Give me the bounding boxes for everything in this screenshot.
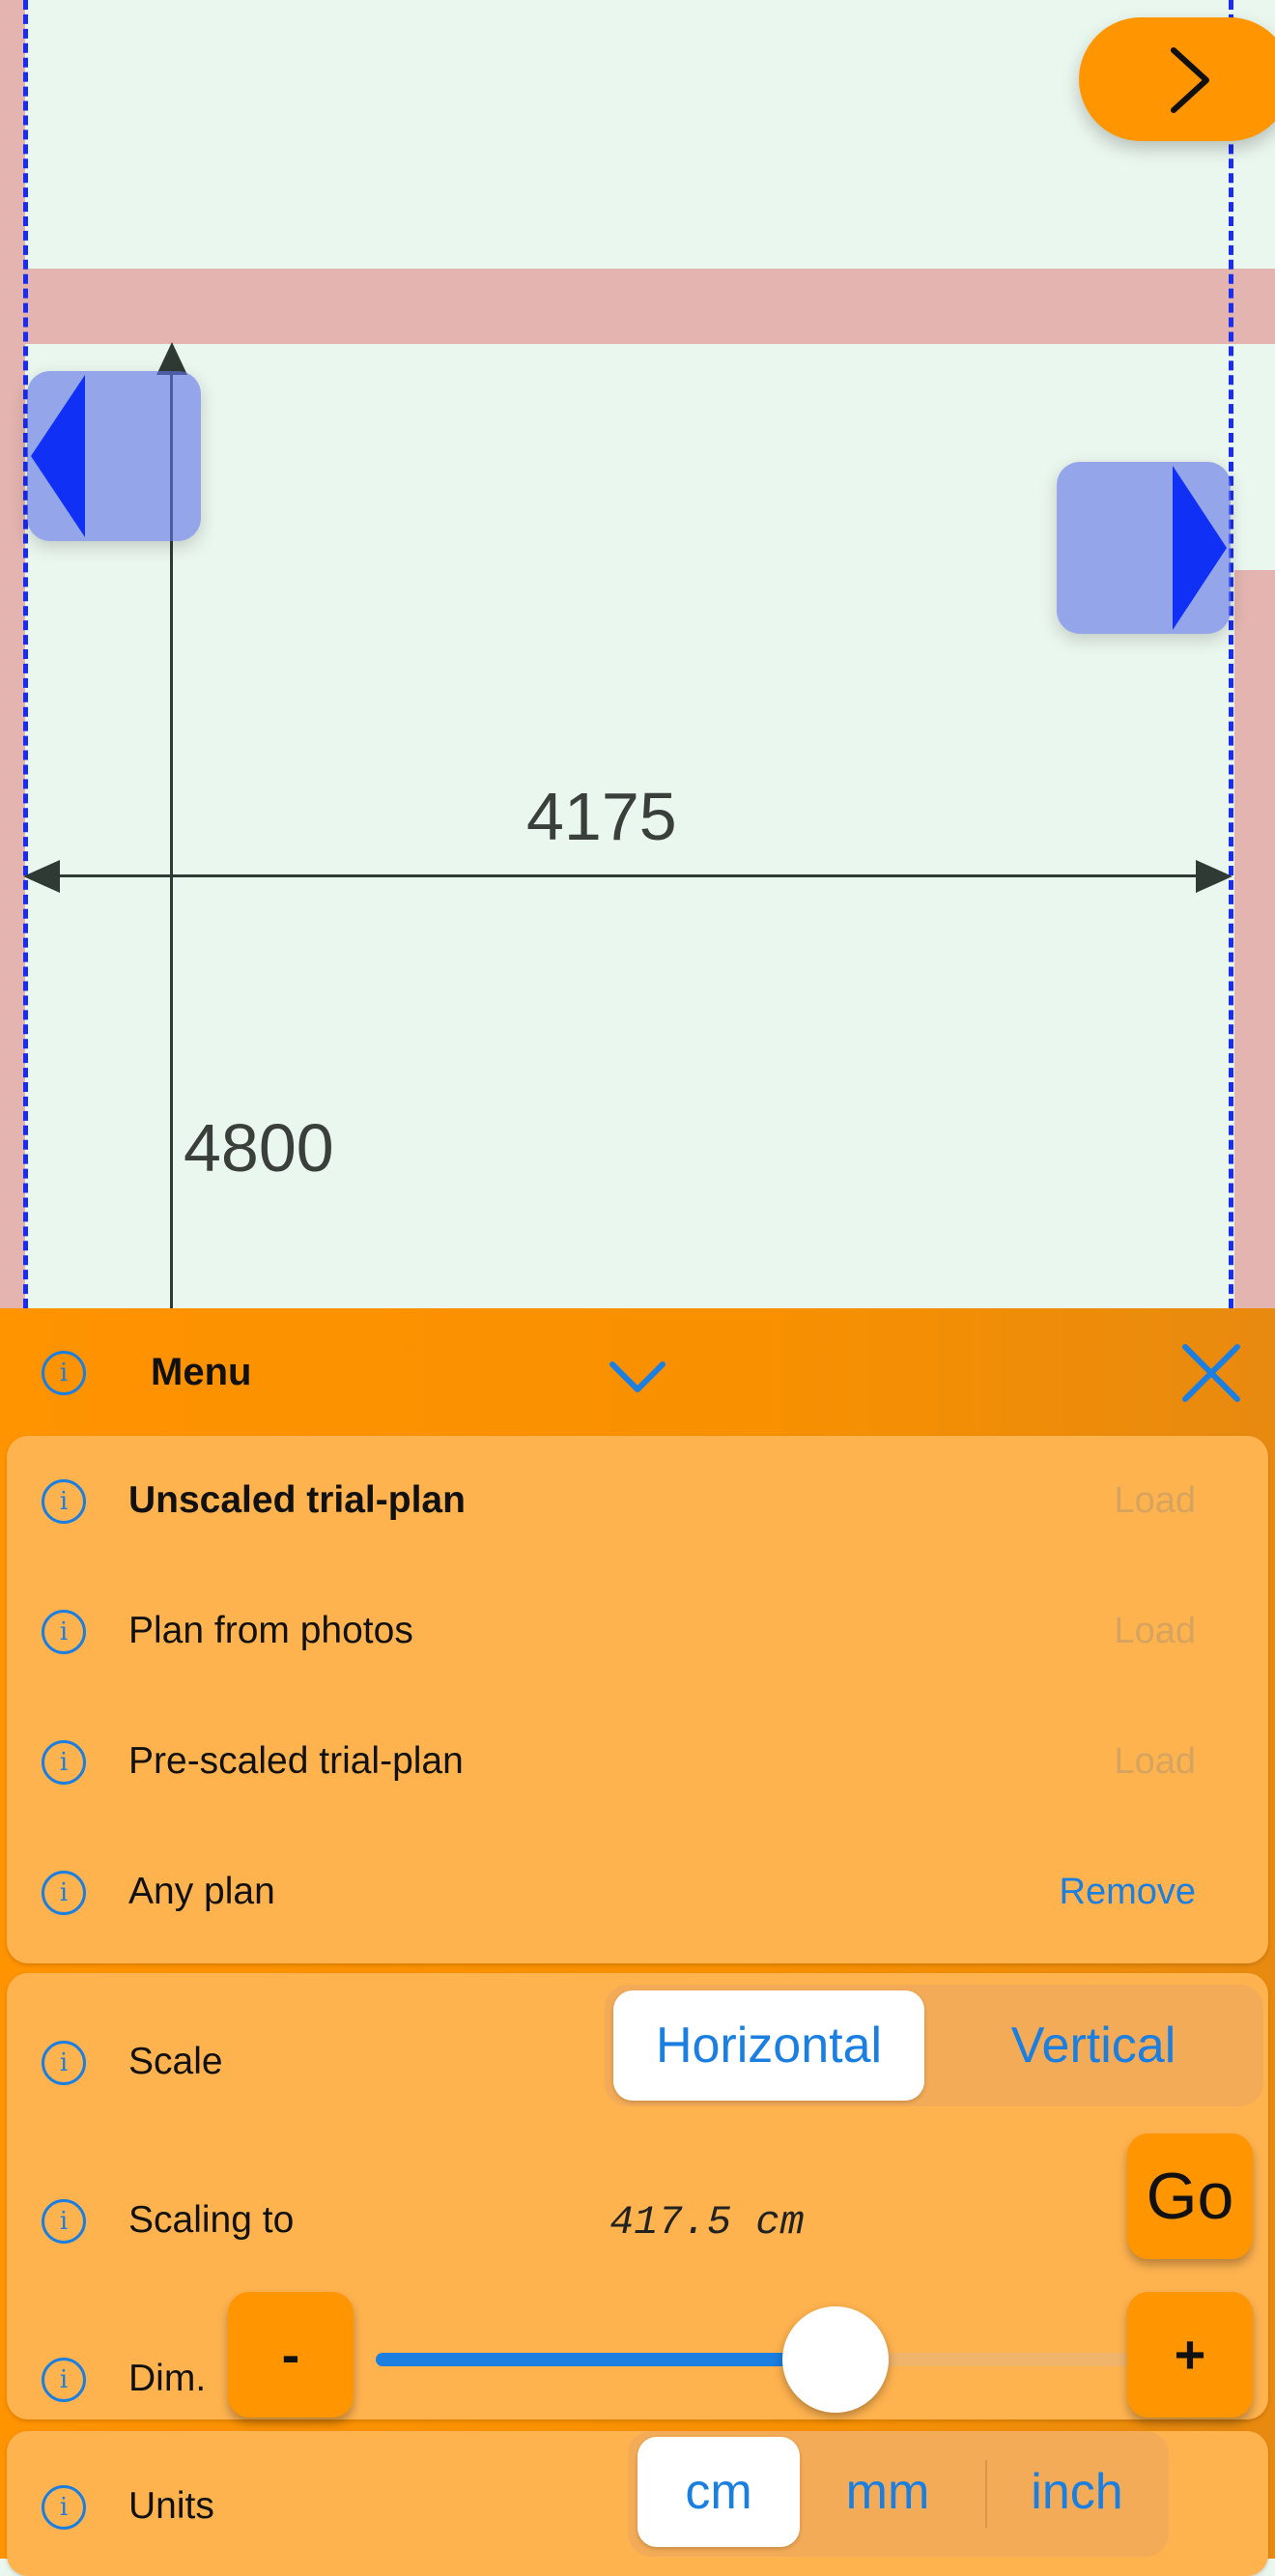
units-divider xyxy=(985,2460,987,2528)
go-button[interactable]: Go xyxy=(1127,2133,1253,2259)
unscaled-trial-plan-label: Unscaled trial-plan xyxy=(128,1479,466,1521)
plan-row-any-plan: i Any plan Remove xyxy=(7,1840,1268,1946)
triangle-left-icon xyxy=(31,375,85,537)
dim-slider-thumb[interactable] xyxy=(781,2306,889,2413)
menu-header: i Menu xyxy=(0,1308,1275,1434)
scaling-to-label: Scaling to xyxy=(128,2199,295,2241)
dim-decrease-button[interactable]: - xyxy=(228,2292,354,2418)
dim-slider[interactable] xyxy=(371,2306,1134,2413)
plan-row-pre-scaled-trial: i Pre-scaled trial-plan Load xyxy=(7,1709,1268,1816)
plan-canvas[interactable]: 4175 4800 xyxy=(0,0,1275,1308)
plan-from-photos-info-icon[interactable]: i xyxy=(42,1610,86,1654)
units-info-icon[interactable]: i xyxy=(42,2485,86,2530)
wall-right xyxy=(1234,570,1275,1308)
pre-scaled-trial-plan-info-icon[interactable]: i xyxy=(42,1740,86,1785)
guide-line-left[interactable] xyxy=(23,0,28,1308)
horizontal-dimension-line xyxy=(48,874,1207,877)
plan-from-photos-load-button[interactable]: Load xyxy=(1114,1611,1196,1652)
menu-info-icon[interactable]: i xyxy=(42,1351,86,1395)
next-button[interactable] xyxy=(1079,17,1275,141)
plan-row-from-photos: i Plan from photos Load xyxy=(7,1579,1268,1685)
unscaled-trial-plan-info-icon[interactable]: i xyxy=(42,1479,86,1524)
any-plan-label: Any plan xyxy=(128,1871,275,1912)
scale-vertical-option[interactable]: Vertical xyxy=(933,1990,1254,2101)
scale-direction-segmented-control: Horizontal Vertical xyxy=(605,1985,1263,2106)
scale-label: Scale xyxy=(128,2041,223,2082)
menu-panel: i Menu i Unscaled trial-plan Load i Plan… xyxy=(0,1308,1275,2576)
wall-left xyxy=(0,0,25,1308)
plans-card: i Unscaled trial-plan Load i Plan from p… xyxy=(7,1436,1268,1963)
move-right-handle[interactable] xyxy=(1057,462,1231,634)
scale-info-icon[interactable]: i xyxy=(42,2041,86,2085)
units-card: i Units cm mm inch xyxy=(7,2431,1268,2576)
unscaled-trial-plan-load-button[interactable]: Load xyxy=(1114,1480,1196,1522)
vertical-dimension-label: 4800 xyxy=(184,1110,334,1186)
horizontal-dimension-arrow-right xyxy=(1196,860,1232,893)
guide-line-right[interactable] xyxy=(1229,0,1233,1308)
units-cm-option[interactable]: cm xyxy=(638,2437,800,2547)
units-segmented-control: cm mm inch xyxy=(628,2431,1169,2557)
units-inch-option[interactable]: inch xyxy=(995,2437,1159,2547)
units-mm-option[interactable]: mm xyxy=(809,2437,966,2547)
dim-increase-button[interactable]: + xyxy=(1127,2292,1253,2418)
dim-slider-fill xyxy=(376,2353,836,2366)
chevron-down-icon[interactable] xyxy=(609,1359,666,1397)
any-plan-info-icon[interactable]: i xyxy=(42,1871,86,1915)
chevron-right-icon xyxy=(1171,47,1209,113)
any-plan-remove-button[interactable]: Remove xyxy=(1060,1872,1197,1913)
pre-scaled-trial-plan-load-button[interactable]: Load xyxy=(1114,1741,1196,1783)
close-icon[interactable] xyxy=(1181,1343,1241,1403)
dim-info-icon[interactable]: i xyxy=(42,2358,86,2402)
scaling-to-info-icon[interactable]: i xyxy=(42,2199,86,2244)
horizontal-dimension-label: 4175 xyxy=(526,779,677,854)
horizontal-dimension-arrow-left xyxy=(23,860,60,893)
scale-horizontal-option[interactable]: Horizontal xyxy=(613,1990,924,2101)
dim-label: Dim. xyxy=(128,2358,207,2399)
move-left-handle[interactable] xyxy=(27,371,201,541)
triangle-right-icon xyxy=(1173,466,1227,630)
plan-row-unscaled-trial: i Unscaled trial-plan Load xyxy=(7,1448,1268,1555)
menu-title: Menu xyxy=(151,1351,252,1393)
units-label: Units xyxy=(128,2485,214,2527)
scale-card: i Scale Horizontal Vertical i Scaling to… xyxy=(7,1973,1268,2419)
pre-scaled-trial-plan-label: Pre-scaled trial-plan xyxy=(128,1740,464,1782)
scaling-to-value[interactable]: 417.5 cm xyxy=(609,2199,805,2246)
wall-top xyxy=(25,269,1275,344)
plan-from-photos-label: Plan from photos xyxy=(128,1610,413,1651)
